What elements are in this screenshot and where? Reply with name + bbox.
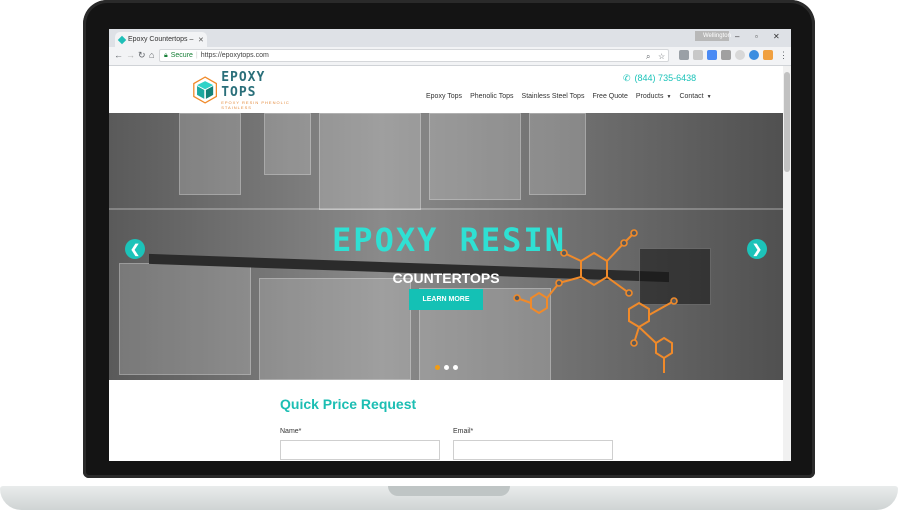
lock-icon: 🔒︎ <box>164 52 168 59</box>
slider-prev-icon[interactable]: ❮ <box>125 239 145 259</box>
screen: Epoxy Countertops – Ch ✕ Wellington – ▫ … <box>109 29 791 461</box>
close-window-icon[interactable]: ✕ <box>773 32 780 41</box>
reload-icon[interactable]: ↻ <box>138 50 146 61</box>
nav-products-label: Products <box>635 93 664 100</box>
main-nav: Epoxy Tops Phenolic Tops Stainless Steel… <box>426 93 712 100</box>
slider-dot-3[interactable] <box>453 365 458 370</box>
forward-icon[interactable]: → <box>126 50 135 60</box>
nav-contact-label: Contact <box>679 93 704 100</box>
website: EPOXY TOPS EPOXY RESIN PHENOLIC STAINLES… <box>109 66 791 461</box>
scrollbar-thumb[interactable] <box>784 72 790 172</box>
tab-close-icon[interactable]: ✕ <box>198 36 204 44</box>
lab-cabinet <box>119 263 251 375</box>
nav-phenolic-tops[interactable]: Phenolic Tops <box>470 93 513 100</box>
slider-next-icon[interactable]: ❯ <box>747 239 767 259</box>
nav-products[interactable]: Products ▼ <box>636 93 672 100</box>
quick-price-title: Quick Price Request <box>280 396 417 412</box>
logo-text: EPOXY TOPS EPOXY RESIN PHENOLIC STAINLES… <box>221 70 303 110</box>
menu-kebab-icon[interactable]: ⋮ <box>779 50 788 61</box>
extension-icon[interactable] <box>735 50 745 60</box>
tab-bar: Epoxy Countertops – Ch ✕ Wellington – ▫ … <box>109 29 791 47</box>
browser-tab[interactable]: Epoxy Countertops – Ch ✕ <box>115 32 207 47</box>
address-bar[interactable]: 🔒︎ Secure | https://epoxytops.com ⌕ ☆ <box>159 49 669 62</box>
phone-number: (844) 735-6438 <box>634 73 697 83</box>
lab-cabinet <box>529 113 586 195</box>
shelf-line <box>109 208 791 210</box>
lab-cabinet <box>179 113 241 195</box>
slider-dot-2[interactable] <box>444 365 449 370</box>
lab-cabinet <box>319 113 421 210</box>
logo-name: EPOXY TOPS <box>221 70 266 100</box>
email-label: Email* <box>453 428 474 435</box>
nav-free-quote[interactable]: Free Quote <box>592 93 627 100</box>
phone-link[interactable]: ✆ (844) 735-6438 <box>623 73 696 84</box>
browser-toolbar: ← → ↻ ⌂ 🔒︎ Secure | https://epoxytops.co… <box>109 47 791 66</box>
profile-badge[interactable]: Wellington <box>695 31 731 41</box>
lab-cabinet <box>259 278 411 380</box>
learn-more-button[interactable]: LEARN MORE <box>409 289 483 310</box>
lab-cabinet <box>264 113 311 175</box>
phone-icon: ✆ <box>623 73 631 83</box>
url-text: https://epoxytops.com <box>200 52 269 59</box>
extension-icon[interactable] <box>749 50 759 60</box>
maximize-icon[interactable]: ▫ <box>755 32 758 41</box>
extension-icon[interactable] <box>721 50 731 60</box>
chevron-down-icon: ▼ <box>666 94 672 100</box>
bookmark-star-icon[interactable]: ☆ <box>658 50 665 63</box>
extension-icon[interactable] <box>707 50 717 60</box>
name-field[interactable] <box>280 440 440 460</box>
home-icon[interactable]: ⌂ <box>149 50 154 60</box>
extension-icon[interactable] <box>763 50 773 60</box>
hero-title: EPOXY RESIN <box>332 221 566 259</box>
nav-contact[interactable]: Contact ▼ <box>679 93 711 100</box>
secure-label: Secure <box>170 52 193 59</box>
laptop-notch <box>388 486 510 496</box>
tab-title: Epoxy Countertops – Ch <box>128 36 194 43</box>
nav-epoxy-tops[interactable]: Epoxy Tops <box>426 93 462 100</box>
slider-dot-1[interactable] <box>435 365 440 370</box>
extension-icon[interactable] <box>679 50 689 60</box>
lab-cabinet <box>429 113 521 200</box>
zoom-icon[interactable]: ⌕ <box>646 50 650 63</box>
hero-slider: EPOXY RESIN COUNTERTOPS LEARN MORE ❮ ❯ <box>109 113 791 380</box>
minimize-icon[interactable]: – <box>735 32 739 41</box>
favicon-icon <box>117 35 127 44</box>
logo-cube-icon <box>193 76 218 104</box>
nav-stainless-steel-tops[interactable]: Stainless Steel Tops <box>522 93 585 100</box>
name-label: Name* <box>280 428 302 435</box>
chevron-down-icon: ▼ <box>706 94 712 100</box>
laptop-base <box>0 478 898 516</box>
page-scrollbar[interactable] <box>783 66 791 461</box>
email-field[interactable] <box>453 440 613 460</box>
logo-tagline: EPOXY RESIN PHENOLIC STAINLESS <box>221 100 290 110</box>
hero-subtitle: COUNTERTOPS <box>392 270 500 286</box>
back-icon[interactable]: ← <box>114 50 123 60</box>
site-logo[interactable]: EPOXY TOPS EPOXY RESIN PHENOLIC STAINLES… <box>193 70 303 110</box>
cast-icon[interactable] <box>693 50 703 60</box>
